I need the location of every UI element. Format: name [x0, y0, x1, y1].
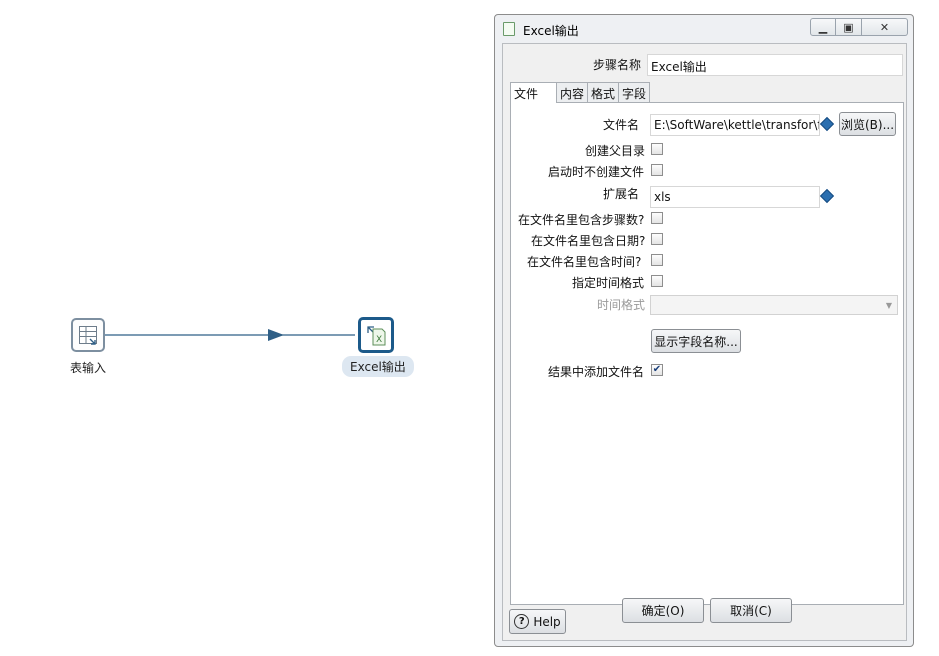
create-parent-label: 创建父目录 — [585, 144, 646, 158]
include-stepnr-checkbox[interactable] — [651, 212, 663, 224]
table-input-label: 表输入 — [70, 361, 107, 375]
minimize-button[interactable]: ▁ — [810, 18, 836, 36]
add-to-result-label: 结果中添加文件名 — [548, 365, 645, 379]
dialog-titlebar[interactable]: Excel输出 ▁ ▣ ✕ — [495, 15, 913, 43]
include-date-label: 在文件名里包含日期? — [531, 234, 646, 248]
show-field-names-button[interactable]: 显示字段名称... — [651, 329, 741, 353]
table-input-node[interactable] — [71, 318, 105, 352]
include-stepnr-label: 在文件名里包含步骤数? — [518, 213, 645, 227]
specify-format-checkbox[interactable] — [651, 275, 663, 287]
excel-output-label: Excel输出 — [342, 356, 414, 377]
variable-icon[interactable] — [819, 188, 835, 204]
close-button[interactable]: ✕ — [862, 18, 908, 36]
filename-input[interactable]: E:\SoftWare\kettle\transfor\f — [650, 114, 820, 136]
include-date-checkbox[interactable] — [651, 233, 663, 245]
tab-bar: 文件 内容 格式 字段 — [510, 82, 651, 103]
svg-text:X: X — [376, 335, 382, 345]
tab-format[interactable]: 格式 — [587, 82, 620, 102]
browse-button[interactable]: 浏览(B)... — [839, 112, 896, 136]
minimize-icon: ▁ — [818, 20, 828, 34]
table-input-icon — [79, 326, 97, 345]
extension-input[interactable]: xls — [650, 186, 820, 208]
maximize-icon: ▣ — [843, 20, 854, 34]
cancel-button[interactable]: 取消(C) — [710, 598, 792, 623]
filename-label: 文件名 — [603, 118, 640, 132]
excel-output-icon: X — [367, 326, 386, 346]
no-create-on-start-label: 启动时不创建文件 — [548, 165, 645, 179]
help-icon: ? — [514, 614, 530, 629]
excel-output-node[interactable]: X — [358, 317, 394, 353]
maximize-button[interactable]: ▣ — [836, 18, 862, 36]
help-button[interactable]: ? Help — [509, 609, 566, 634]
step-name-label: 步骤名称 — [593, 58, 642, 72]
step-name-input[interactable]: Excel输出 — [647, 54, 903, 76]
extension-label: 扩展名 — [603, 187, 640, 201]
add-to-result-checkbox[interactable]: ✔ — [651, 364, 663, 376]
dialog-body: 步骤名称 Excel输出 文件 内容 格式 字段 文件名 E:\SoftWare… — [502, 43, 907, 641]
tab-file[interactable]: 文件 — [510, 82, 558, 103]
dialog-title: Excel输出 — [523, 24, 579, 38]
excel-file-icon — [503, 22, 515, 36]
checkmark-icon: ✔ — [652, 364, 662, 375]
tab-content[interactable]: 内容 — [556, 82, 589, 102]
chevron-down-icon: ▼ — [885, 300, 893, 310]
include-time-label: 在文件名里包含时间? — [527, 255, 642, 269]
no-create-on-start-checkbox[interactable] — [651, 164, 663, 176]
close-icon: ✕ — [879, 20, 890, 34]
ok-button[interactable]: 确定(O) — [622, 598, 704, 623]
include-time-checkbox[interactable] — [651, 254, 663, 266]
excel-output-dialog: Excel输出 ▁ ▣ ✕ 步骤名称 Excel输出 文件 内容 格式 字段 文… — [494, 14, 914, 647]
time-format-label: 时间格式 — [597, 298, 646, 312]
specify-format-label: 指定时间格式 — [572, 276, 645, 290]
file-tab-panel: 文件名 E:\SoftWare\kettle\transfor\f 浏览(B).… — [510, 102, 904, 605]
help-button-label: Help — [533, 614, 561, 629]
create-parent-checkbox[interactable] — [651, 143, 663, 155]
tab-fields[interactable]: 字段 — [618, 82, 651, 102]
variable-icon[interactable] — [819, 116, 835, 132]
time-format-select[interactable]: ▼ — [650, 295, 898, 315]
